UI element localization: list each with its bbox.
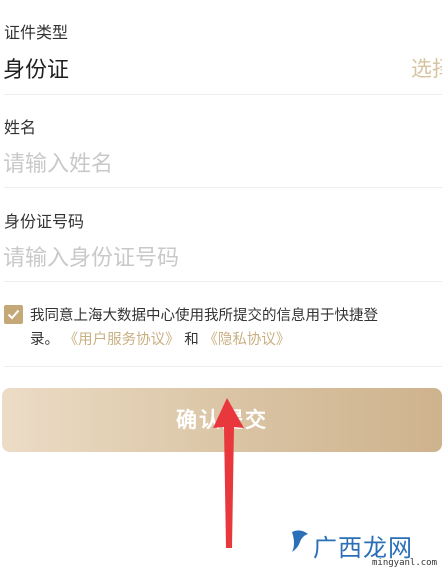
watermark-domain: mingyanl.com <box>372 558 438 568</box>
submit-button[interactable]: 确认提交 <box>2 388 442 452</box>
checkmark-icon <box>7 309 20 320</box>
agreement-text-line2: 录。 《用户服务协议》 和 《隐私协议》 <box>30 328 290 349</box>
doc-type-value: 身份证 <box>3 58 70 83</box>
watermark-logo-icon <box>292 530 308 552</box>
identity-form-page: 证件类型 身份证 选择 姓名 请输入姓名 身份证号码 请输入身份证号码 我同意上… <box>0 0 442 573</box>
id-number-input[interactable]: 请输入身份证号码 <box>3 240 179 272</box>
agreement-text: 我同意上海大数据中心使用我所提交的信息用于快捷登 <box>30 308 378 324</box>
doc-type-select-button[interactable]: 选择 <box>411 53 442 83</box>
id-number-label: 身份证号码 <box>4 212 85 231</box>
doc-type-label: 证件类型 <box>4 23 69 42</box>
divider <box>4 94 442 95</box>
agreement-text-end: 录。 <box>30 332 59 348</box>
divider <box>4 281 442 282</box>
privacy-agreement-link[interactable]: 《隐私协议》 <box>203 332 290 348</box>
divider <box>4 187 442 188</box>
agreement-and-text: 和 <box>184 332 199 348</box>
user-service-agreement-link[interactable]: 《用户服务协议》 <box>64 332 180 348</box>
annotation-arrow-icon <box>213 398 244 548</box>
agreement-checkbox[interactable] <box>4 305 23 324</box>
name-input[interactable]: 请输入姓名 <box>3 146 113 178</box>
divider <box>4 366 442 367</box>
name-label: 姓名 <box>4 118 37 137</box>
